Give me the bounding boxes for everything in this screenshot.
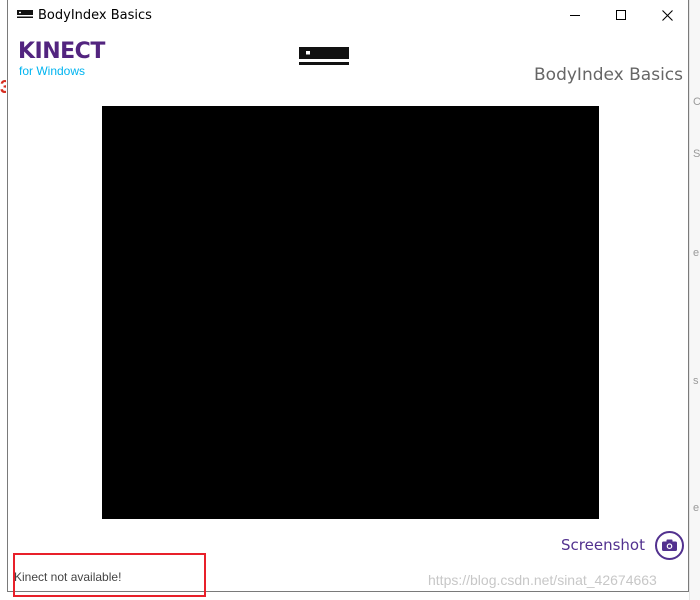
camera-icon [661,539,677,551]
minimize-button[interactable] [552,0,598,31]
background-glyph: e [693,247,700,259]
kinect-logo: KINECT for Windows [18,39,105,78]
title-bar[interactable]: BodyIndex Basics [8,0,688,31]
maximize-button[interactable] [598,0,644,31]
window-title: BodyIndex Basics [38,8,152,23]
close-button[interactable] [644,0,690,31]
background-glyph: s [693,375,699,387]
camera-button-circle [654,530,684,560]
app-window: BodyIndex Basics KINECT for Windows Body… [7,0,689,592]
logo-subtitle: for Windows [19,64,86,78]
sensor-icon [299,47,349,65]
screenshot-button[interactable]: Screenshot [561,528,684,562]
background-glyph: 3 [0,77,6,97]
body-index-viewport [102,106,599,519]
logo-title: KINECT [18,39,105,64]
maximize-icon [615,10,626,20]
highlight-annotation-box [13,553,206,597]
page-title: BodyIndex Basics [534,65,683,85]
background-glyph: C [693,96,700,108]
background-glyph: e [693,502,700,514]
screenshot-label: Screenshot [561,536,645,554]
watermark: https://blog.csdn.net/sinat_42674663 [428,572,657,588]
background-glyph: S [693,148,700,160]
close-icon [661,10,673,21]
minimize-icon [569,15,580,16]
app-icon [17,10,33,18]
